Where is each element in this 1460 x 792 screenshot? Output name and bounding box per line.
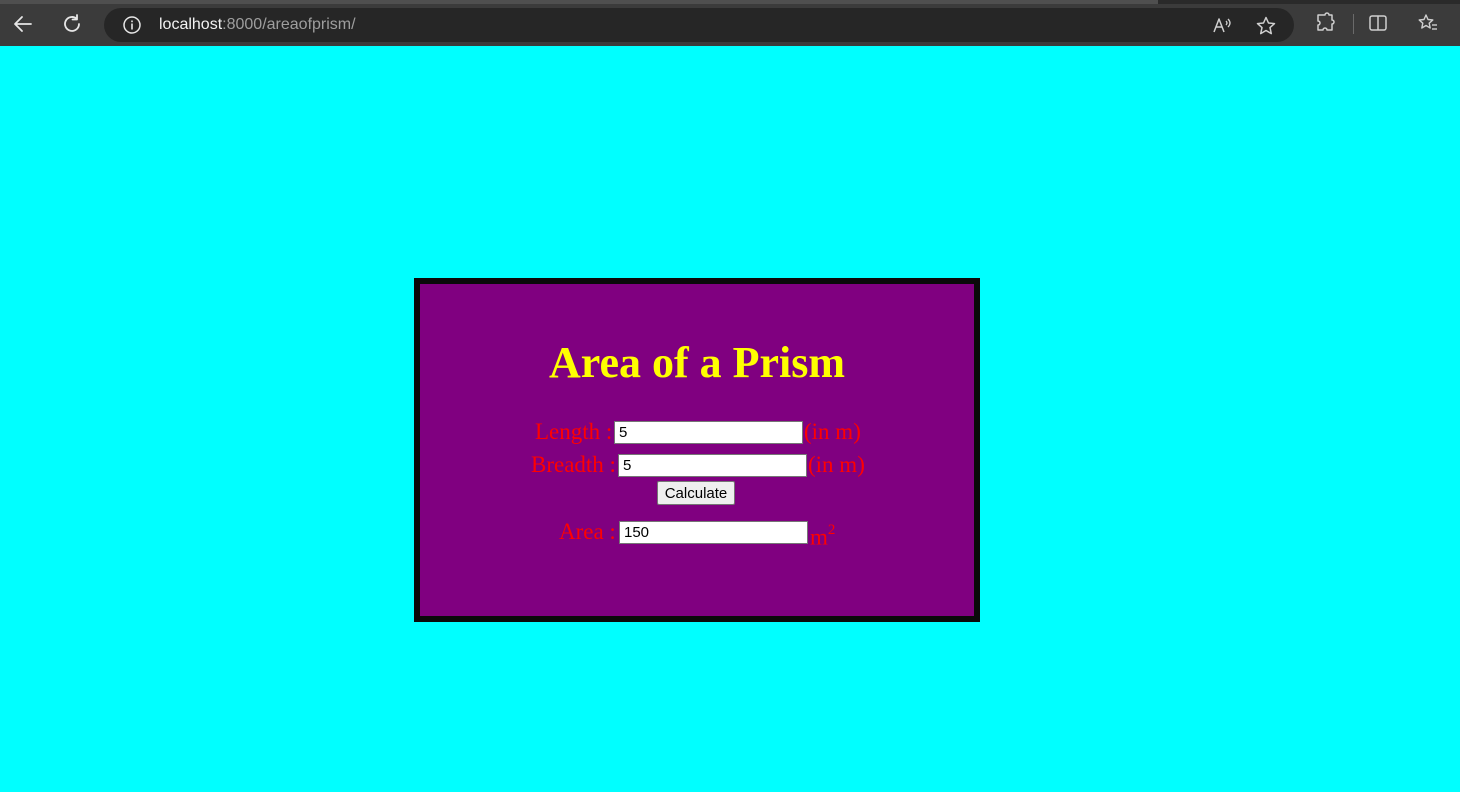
url-path: :8000/areaofprism/ xyxy=(222,16,356,33)
toolbar-divider xyxy=(1353,14,1354,34)
page-title: Area of a Prism xyxy=(548,338,846,387)
browser-toolbar: localhost:8000/areaofprism/ xyxy=(0,0,1460,46)
prism-calculator-card: Area of a Prism Length : 5 (in m) Breadt… xyxy=(414,278,980,622)
area-row: Area : 150 m2 xyxy=(420,519,974,550)
back-arrow-icon xyxy=(14,16,32,32)
area-unit-exponent: 2 xyxy=(827,522,836,538)
read-aloud-icon[interactable] xyxy=(1210,14,1234,38)
card-body: Area of a Prism Length : 5 (in m) Breadt… xyxy=(420,284,974,616)
breadth-input[interactable]: 5 xyxy=(618,454,807,477)
url-host: localhost xyxy=(159,16,223,33)
area-unit: m2 xyxy=(810,519,835,551)
area-label: Area : xyxy=(559,519,616,544)
breadth-unit: (in m) xyxy=(808,452,865,477)
area-unit-base: m xyxy=(810,524,828,550)
url-text[interactable]: localhost:8000/areaofprism/ xyxy=(159,15,356,35)
length-unit: (in m) xyxy=(804,419,861,444)
address-bar[interactable]: localhost:8000/areaofprism/ xyxy=(104,8,1294,42)
extensions-icon[interactable] xyxy=(1314,12,1336,39)
length-row: Length : 5 (in m) xyxy=(420,419,974,445)
tab-strip-edge xyxy=(0,0,1460,4)
refresh-icon xyxy=(64,14,80,32)
tab-strip-highlight xyxy=(0,0,1158,4)
breadth-row: Breadth : 5 (in m) xyxy=(420,452,974,478)
back-button[interactable] xyxy=(8,9,38,39)
length-input[interactable]: 5 xyxy=(614,421,803,444)
length-label: Length : xyxy=(535,419,613,444)
favorites-list-icon[interactable] xyxy=(1417,12,1439,39)
area-output[interactable]: 150 xyxy=(619,521,808,544)
favorite-star-icon[interactable] xyxy=(1254,14,1278,38)
breadth-label: Breadth : xyxy=(531,452,616,477)
split-screen-icon[interactable] xyxy=(1367,12,1389,39)
info-icon[interactable] xyxy=(122,15,142,35)
calculate-button[interactable]: Calculate xyxy=(657,481,735,505)
refresh-button[interactable] xyxy=(57,9,87,39)
